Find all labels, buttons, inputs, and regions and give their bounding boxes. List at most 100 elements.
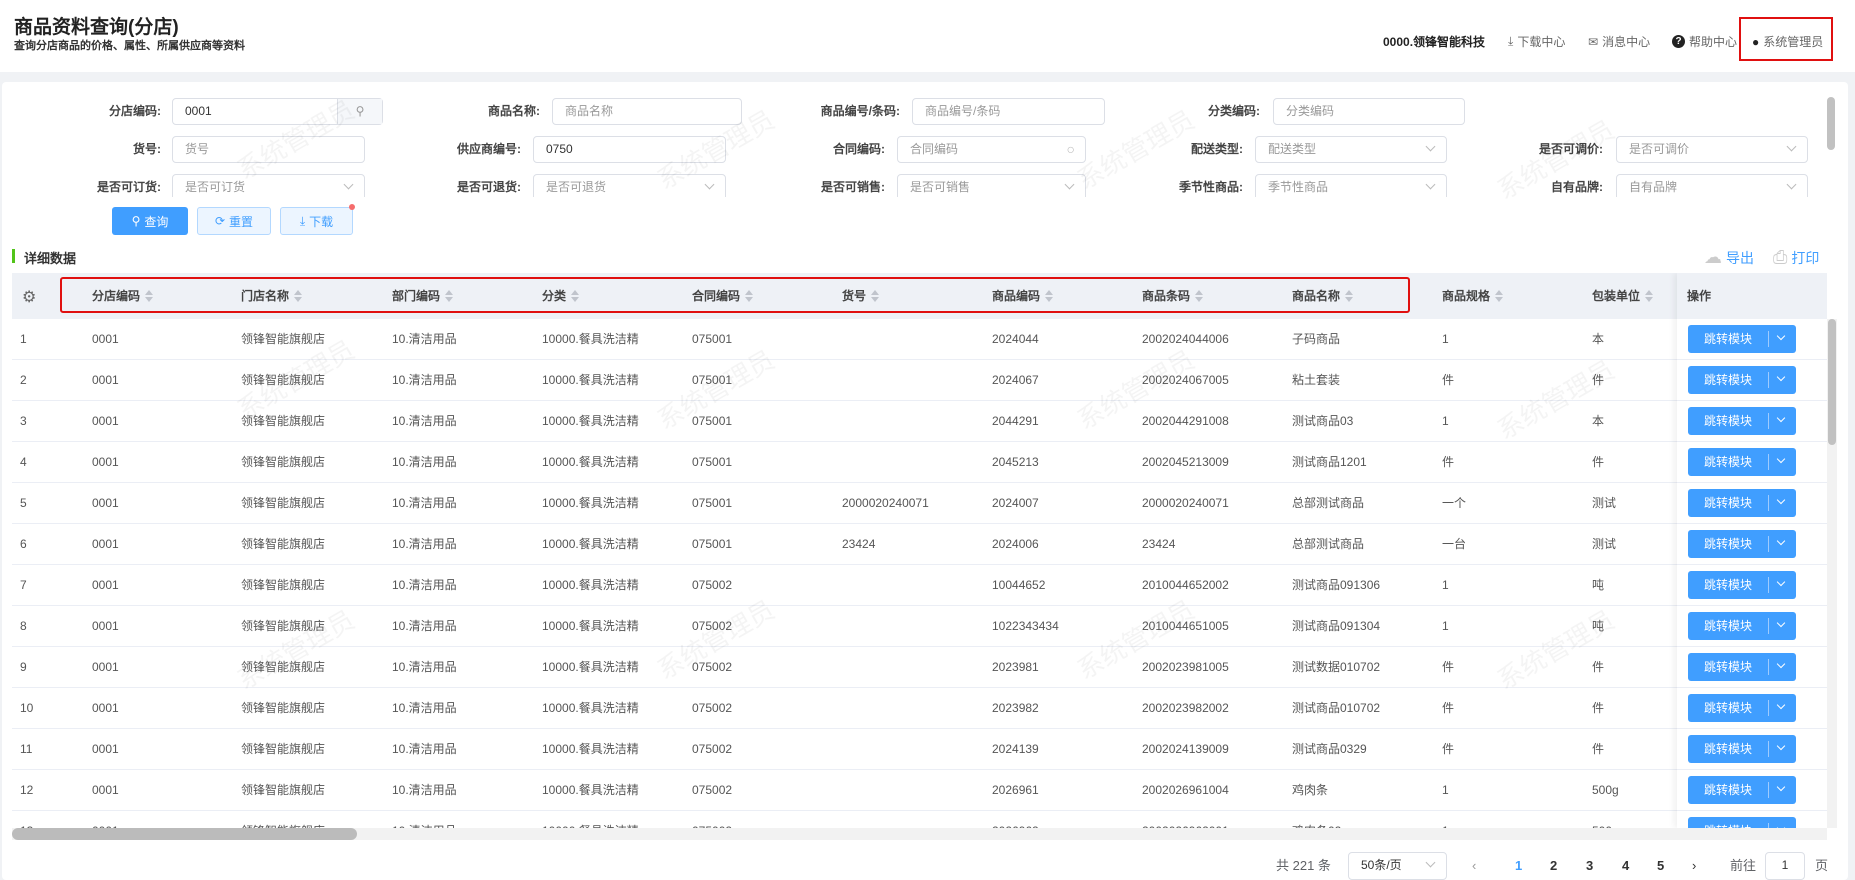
- table-row[interactable]: 2 0001 领锋智能旗舰店 10.清洁用品 10000.餐具洗洁精 075001 2024…: [12, 360, 1827, 401]
- table-cell: 2002023982002: [1142, 701, 1229, 715]
- table-cell: 2044291: [992, 414, 1039, 428]
- table-row[interactable]: 12 0001 领锋智能旗舰店 10.清洁用品 10000.餐具洗洁精 075002 202…: [12, 770, 1827, 811]
- filter-label: 分类编码:: [1208, 104, 1260, 118]
- table-cell: 0001: [92, 660, 119, 674]
- sort-icon[interactable]: [1495, 290, 1504, 302]
- reset-button[interactable]: ⟳ 重置: [197, 207, 271, 235]
- table-cell: 1: [1442, 578, 1449, 592]
- table-cell: 10000.餐具洗洁精: [542, 373, 639, 387]
- table-cell: 2023981: [992, 660, 1039, 674]
- row-index: 8: [20, 619, 27, 633]
- table-cell: 075001: [692, 414, 733, 428]
- table-cell: 2010044651005: [1142, 619, 1229, 633]
- total-count: 共 221 条: [1276, 858, 1331, 873]
- print-button[interactable]: ⎙ 打印: [1773, 247, 1819, 268]
- notification-dot: [349, 204, 355, 210]
- table-row[interactable]: 8 0001 领锋智能旗舰店 10.清洁用品 10000.餐具洗洁精 075002 1022…: [12, 606, 1827, 647]
- vertical-scrollbar[interactable]: [1827, 319, 1837, 828]
- filter-input[interactable]: 是否可调价: [1616, 136, 1808, 163]
- table-row[interactable]: 11 0001 领锋智能旗舰店 10.清洁用品 10000.餐具洗洁精 075002 202…: [12, 729, 1827, 770]
- gear-icon[interactable]: ⚙: [22, 287, 36, 307]
- filter-input[interactable]: 分类编码: [1273, 98, 1465, 125]
- page-number[interactable]: 4: [1622, 854, 1629, 878]
- table-cell: 总部测试商品: [1292, 537, 1365, 551]
- filter-input[interactable]: 商品名称: [552, 98, 742, 125]
- filter-label: 是否可调价:: [1539, 142, 1603, 156]
- goto-page-input[interactable]: 1: [1765, 852, 1805, 880]
- highlight-box: [60, 277, 1410, 313]
- filter-input[interactable]: 0001 ⚲: [172, 98, 383, 125]
- table-row[interactable]: 1 0001 领锋智能旗舰店 10.清洁用品 10000.餐具洗洁精 075001 2024…: [12, 319, 1827, 360]
- download-button[interactable]: ⤓ 下载: [280, 207, 353, 235]
- export-button[interactable]: ☁ 导出: [1704, 247, 1754, 268]
- table-row[interactable]: 5 0001 领锋智能旗舰店 10.清洁用品 10000.餐具洗洁精 075001 2000…: [12, 483, 1827, 524]
- page-number[interactable]: 5: [1657, 854, 1664, 878]
- horizontal-scrollbar[interactable]: [12, 828, 1827, 840]
- page-number[interactable]: 3: [1586, 854, 1593, 878]
- prev-page-button[interactable]: ‹: [1472, 854, 1476, 878]
- table-row[interactable]: 4 0001 领锋智能旗舰店 10.清洁用品 10000.餐具洗洁精 075001 2045…: [12, 442, 1827, 483]
- filter-input[interactable]: 是否可销售: [897, 174, 1086, 197]
- filter-label: 分店编码:: [109, 104, 161, 118]
- table-cell: 领锋智能旗舰店: [241, 578, 326, 592]
- filter-input[interactable]: 商品编号/条码: [912, 98, 1105, 125]
- search-icon[interactable]: ○: [1067, 137, 1075, 162]
- filter-input[interactable]: 合同编码 ○: [897, 136, 1086, 163]
- message-center-link[interactable]: ✉ 消息中心: [1588, 33, 1650, 50]
- table-cell: 1: [1442, 783, 1449, 797]
- page-number[interactable]: 1: [1515, 854, 1522, 878]
- table-row[interactable]: 7 0001 领锋智能旗舰店 10.清洁用品 10000.餐具洗洁精 075002 1004…: [12, 565, 1827, 606]
- column-header[interactable]: 包装单位: [1592, 273, 1654, 319]
- scroll-thumb[interactable]: [1828, 319, 1836, 445]
- table-cell: 2024006: [992, 537, 1039, 551]
- column-header[interactable]: 商品规格: [1442, 273, 1504, 319]
- filter-input[interactable]: 是否可订货: [172, 174, 365, 197]
- filter-placeholder: 是否可退货: [546, 180, 607, 194]
- row-index: 3: [20, 414, 27, 428]
- table-cell: 2045213: [992, 455, 1039, 469]
- table-cell: 吨: [1592, 578, 1605, 592]
- table-cell: 吨: [1592, 619, 1605, 633]
- filter-input[interactable]: 自有品牌: [1616, 174, 1808, 197]
- table-cell: 0001: [92, 578, 119, 592]
- table-cell: 件: [1592, 742, 1605, 756]
- table-row[interactable]: 10 0001 领锋智能旗舰店 10.清洁用品 10000.餐具洗洁精 075002 202…: [12, 688, 1827, 729]
- filter-input[interactable]: 货号: [172, 136, 365, 163]
- table-cell: 测试商品0329: [1292, 742, 1367, 756]
- filter-label: 自有品牌:: [1551, 180, 1603, 194]
- download-center-link[interactable]: ⤓ 下载中心: [1508, 33, 1565, 50]
- chevron-down-icon: [1425, 857, 1436, 868]
- operation-column: [1677, 273, 1827, 828]
- page-number[interactable]: 2: [1550, 854, 1557, 878]
- table-cell: 2026962: [992, 811, 1039, 828]
- help-center-link[interactable]: ? 帮助中心: [1672, 33, 1737, 50]
- filter-input[interactable]: 是否可退货: [533, 174, 726, 197]
- table-cell: 领锋智能旗舰店: [241, 701, 326, 715]
- filter-placeholder: 商品编号/条码: [925, 104, 1001, 118]
- table-cell: 075002: [692, 742, 733, 756]
- table-cell: 075002: [692, 811, 732, 828]
- query-button[interactable]: ⚲ 查询: [112, 207, 188, 235]
- table-cell: 2002044291008: [1142, 414, 1229, 428]
- filter-input[interactable]: 季节性商品: [1255, 174, 1447, 197]
- next-page-button[interactable]: ›: [1692, 854, 1696, 878]
- sort-icon[interactable]: [1645, 290, 1654, 302]
- table-row[interactable]: 9 0001 领锋智能旗舰店 10.清洁用品 10000.餐具洗洁精 075002 2023…: [12, 647, 1827, 688]
- filter-input[interactable]: 配送类型: [1255, 136, 1447, 163]
- filter-label: 合同编码:: [833, 142, 885, 156]
- table-cell: 领锋智能旗舰店: [241, 537, 326, 551]
- chevron-down-icon: [343, 179, 354, 190]
- table-cell: 2002045213009: [1142, 455, 1229, 469]
- table-cell: 领锋智能旗舰店: [241, 783, 326, 797]
- lookup-search-button[interactable]: ⚲: [337, 99, 382, 124]
- table-row[interactable]: 13 0001 领锋智能旗舰店 10.清洁用品 10000.餐具洗洁精 075002 202…: [12, 811, 1827, 828]
- filter-input[interactable]: 0750: [533, 136, 726, 163]
- table-cell: 10000.餐具洗洁精: [542, 660, 639, 674]
- table-row[interactable]: 6 0001 领锋智能旗舰店 10.清洁用品 10000.餐具洗洁精 075001 2342…: [12, 524, 1827, 565]
- scroll-thumb[interactable]: [12, 828, 357, 840]
- table-cell: 测试商品010702: [1292, 701, 1381, 715]
- table-cell: 10000.餐具洗洁精: [542, 537, 639, 551]
- page-size-select[interactable]: 50条/页: [1348, 852, 1447, 880]
- filter-scrollbar[interactable]: [1827, 97, 1835, 150]
- table-row[interactable]: 3 0001 领锋智能旗舰店 10.清洁用品 10000.餐具洗洁精 075001 2044…: [12, 401, 1827, 442]
